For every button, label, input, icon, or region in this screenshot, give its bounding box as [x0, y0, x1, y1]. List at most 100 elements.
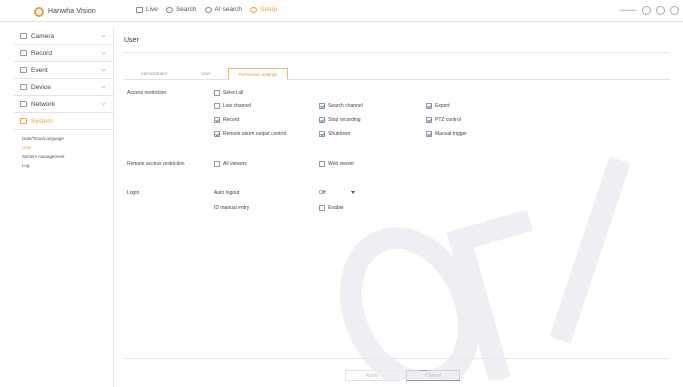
close-icon[interactable]: [670, 6, 679, 15]
nav-live[interactable]: Live: [136, 6, 158, 13]
nav-ai-search[interactable]: AI search: [204, 6, 243, 13]
nav-search-label: Search: [175, 6, 197, 13]
nav-live-label: Live: [146, 6, 158, 13]
id-manual-entry-label: ID manual entry: [214, 205, 250, 211]
sidebar-item-device[interactable]: Device: [14, 79, 113, 96]
checkbox-box: [319, 161, 325, 167]
select-all-checkbox[interactable]: Select all: [214, 90, 243, 96]
chevron-down-icon: [101, 67, 106, 72]
stop-recording-checkbox[interactable]: Stop recording: [319, 117, 361, 123]
checkbox-box: [214, 161, 220, 167]
sidebar-item-label: Device: [31, 83, 51, 91]
top-right-tools: ••••••••••: [619, 6, 679, 15]
network-icon: [20, 101, 27, 107]
checkbox-box: [214, 117, 220, 123]
nav-setup-label: Setup: [260, 6, 278, 13]
web-viewer-checkbox[interactable]: Web viewer: [319, 161, 354, 167]
checkbox-label: Live channel: [223, 103, 252, 109]
system-submenu: Date/Time/Language User System managemen…: [14, 130, 113, 170]
live-channel-checkbox[interactable]: Live channel: [214, 103, 251, 109]
submenu-item-system-management[interactable]: System management: [22, 152, 113, 161]
checkbox-box: [426, 103, 432, 109]
submenu-item-log[interactable]: Log: [22, 161, 113, 170]
sidebar-item-label: Record: [31, 49, 52, 57]
user-name: ••••••••••: [619, 7, 637, 14]
checkbox-box: [319, 117, 325, 123]
checkbox-box: [214, 131, 220, 137]
checkbox-label: Remote alarm output control: [223, 131, 287, 137]
checkbox-box: [426, 131, 432, 137]
camera-icon: [20, 33, 27, 39]
monitor-icon: [136, 6, 143, 13]
remote-alarm-output-checkbox[interactable]: Remote alarm output control: [214, 131, 286, 137]
chevron-down-icon: [101, 33, 106, 38]
nav-search[interactable]: Search: [165, 6, 197, 13]
hanwha-logo-icon: [34, 6, 44, 17]
sidebar-item-label: System: [31, 117, 53, 125]
checkbox-box: [426, 117, 432, 123]
all-viewers-checkbox[interactable]: All viewers: [214, 161, 247, 167]
chevron-down-icon: [101, 50, 106, 55]
sidebar-item-label: Network: [31, 100, 55, 108]
checkbox-label: Enable: [328, 205, 344, 211]
checkbox-label: PTZ control: [435, 117, 461, 123]
checkbox-label: Stop recording: [328, 117, 361, 123]
checkbox-box: [214, 90, 220, 96]
nav-ai-search-label: AI search: [214, 6, 243, 13]
auto-logout-label: Auto logout: [214, 190, 240, 196]
ai-search-icon: [204, 6, 212, 13]
top-bar: Hanwha Vision Live Search AI search Setu…: [0, 0, 683, 22]
checkbox-label: Shutdown: [328, 131, 351, 137]
submenu-item-user[interactable]: User: [22, 143, 113, 152]
nav-setup[interactable]: Setup: [250, 6, 277, 13]
sidebar: Camera Record Event Device Network Syste…: [14, 28, 114, 387]
cancel-button[interactable]: Cancel: [406, 370, 460, 381]
submenu-item-date-time[interactable]: Date/Time/Language: [22, 134, 113, 143]
tab-permission-settings[interactable]: Permission settings: [228, 68, 288, 80]
checkbox-label: Select all: [223, 90, 244, 96]
brand-name: Hanwha Vision: [48, 8, 96, 15]
sidebar-item-label: Camera: [31, 32, 55, 40]
checkbox-label: Export: [435, 103, 450, 109]
checkbox-label: Web viewer: [328, 161, 355, 167]
device-icon: [20, 84, 27, 90]
login-label: Login: [127, 190, 140, 196]
search-channel-checkbox[interactable]: Search channel: [319, 103, 363, 109]
user-icon[interactable]: [642, 6, 651, 15]
checkbox-label: Record: [223, 117, 240, 123]
export-checkbox[interactable]: Export: [426, 103, 449, 109]
tab-administrator[interactable]: Administrator: [128, 68, 180, 80]
ptz-control-checkbox[interactable]: PTZ control: [426, 117, 461, 123]
manual-trigger-checkbox[interactable]: Manual trigger: [426, 131, 467, 137]
sidebar-item-event[interactable]: Event: [14, 62, 113, 79]
chevron-down-icon: [101, 84, 106, 89]
id-manual-enable-checkbox[interactable]: Enable: [319, 205, 344, 211]
search-icon: [165, 6, 173, 13]
checkbox-box: [319, 205, 325, 211]
divider: [124, 52, 670, 53]
record-icon: [20, 50, 27, 56]
access-restriction-label: Access restriction: [127, 90, 167, 96]
sidebar-item-camera[interactable]: Camera: [14, 28, 113, 45]
auto-logout-select[interactable]: Off: [319, 188, 359, 197]
apply-button[interactable]: Apply: [345, 370, 399, 381]
brand-logo[interactable]: Hanwha Vision: [34, 6, 96, 17]
sidebar-item-system[interactable]: System: [14, 113, 113, 130]
record-checkbox[interactable]: Record: [214, 117, 239, 123]
checkbox-box: [319, 131, 325, 137]
remote-access-restriction-label: Remote access restriction: [127, 161, 185, 167]
event-icon: [20, 67, 27, 73]
help-icon[interactable]: [656, 6, 665, 15]
page-title: User: [124, 37, 139, 44]
sidebar-item-network[interactable]: Network: [14, 96, 113, 113]
checkbox-label: All viewers: [223, 161, 247, 167]
sidebar-item-record[interactable]: Record: [14, 45, 113, 62]
divider: [124, 358, 670, 359]
auto-logout-value: Off: [319, 189, 326, 196]
shutdown-checkbox[interactable]: Shutdown: [319, 131, 350, 137]
tab-user[interactable]: User: [186, 68, 226, 80]
checkbox-label: Search channel: [328, 103, 363, 109]
gear-icon: [250, 6, 258, 13]
sidebar-item-label: Event: [31, 66, 48, 74]
chevron-down-icon: [351, 191, 355, 194]
